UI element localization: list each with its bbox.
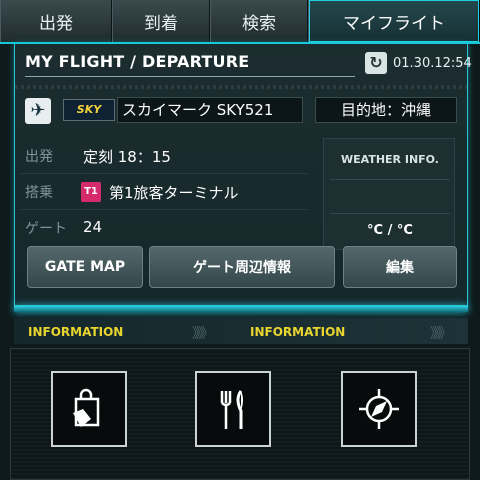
flight-details: 出発 定刻 18：15 搭乗 T1 第1旅客ターミナル ゲート 24 (19, 138, 309, 246)
edit-button[interactable]: 編集 (343, 246, 457, 288)
tab-arrivals[interactable]: 到着 (112, 0, 210, 42)
chevron-right-icon: 》》》 (192, 326, 214, 342)
gate-map-button[interactable]: GATE MAP (27, 246, 143, 288)
weather-info-box[interactable]: WEATHER INFO. °C / °C (323, 138, 455, 250)
flight-number: スカイマーク SKY521 (117, 97, 303, 123)
weather-temperature: °C / °C (367, 223, 413, 238)
tab-bar: 出発 到着 検索 マイフライト (0, 0, 480, 44)
chevron-right-icon: 》》》 (430, 326, 452, 342)
airplane-icon: ✈ (25, 98, 51, 124)
navigation-button[interactable] (341, 371, 417, 447)
section-divider (15, 85, 467, 89)
terminal-badge: T1 (81, 182, 101, 202)
gate-area-info-button[interactable]: ゲート周辺情報 (149, 246, 335, 288)
panel-header: MY FLIGHT / DEPARTURE ↻ 01.30.12:54 (25, 50, 472, 78)
information-label-right[interactable]: INFORMATION (250, 325, 345, 339)
header-divider (25, 76, 355, 77)
information-strip: INFORMATION 》》》 INFORMATION 》》》 (14, 318, 468, 344)
gate-label: ゲート (25, 221, 67, 237)
departure-row: 出発 定刻 18：15 (19, 138, 309, 174)
shopping-bag-icon (73, 388, 100, 427)
update-timestamp: 01.30.12:54 (393, 56, 472, 71)
restaurant-button[interactable] (195, 371, 271, 447)
my-flight-panel: MY FLIGHT / DEPARTURE ↻ 01.30.12:54 ✈ SK… (14, 44, 472, 306)
airline-logo: SKY (63, 99, 115, 121)
departure-time: 定刻 18：15 (83, 148, 171, 166)
shopping-button[interactable] (51, 371, 127, 447)
information-label-left[interactable]: INFORMATION (28, 325, 123, 339)
refresh-icon[interactable]: ↻ (365, 52, 387, 74)
compass-icon (359, 389, 399, 429)
boarding-row: 搭乗 T1 第1旅客ターミナル (19, 174, 309, 210)
gate-number: 24 (83, 218, 103, 236)
tab-my-flight[interactable]: マイフライト (308, 0, 480, 42)
weather-divider (330, 213, 450, 214)
gate-row: ゲート 24 (19, 210, 309, 246)
restaurant-icon (220, 390, 243, 429)
boarding-label: 搭乗 (25, 185, 53, 201)
tab-search[interactable]: 検索 (210, 0, 308, 42)
flight-row: ✈ SKY スカイマーク SKY521 目的地：沖縄 (25, 96, 457, 126)
terminal-name: 第1旅客ターミナル (109, 184, 239, 202)
weather-divider (330, 179, 450, 180)
page-title: MY FLIGHT / DEPARTURE (25, 52, 250, 71)
departure-label: 出発 (25, 149, 53, 165)
destination: 目的地：沖縄 (315, 97, 457, 123)
weather-title: WEATHER INFO. (341, 153, 439, 166)
shortcut-panel (10, 348, 470, 480)
tab-departures[interactable]: 出発 (0, 0, 112, 42)
glow-divider (14, 306, 468, 312)
